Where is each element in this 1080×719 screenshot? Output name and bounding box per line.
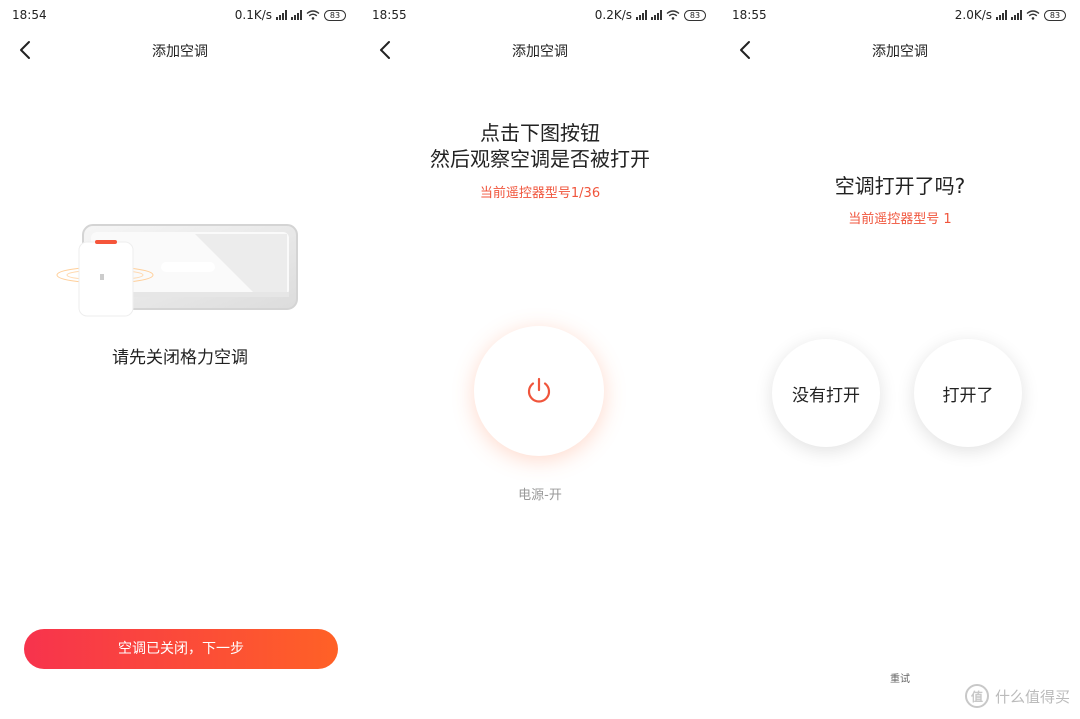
screen-turn-off-ac: 18:54 0.1K/s 83 添加空调 请先关闭格力空调 空调已关闭，下一步: [0, 0, 360, 719]
status-time: 18:54: [12, 8, 47, 22]
status-bar: 18:54 0.1K/s 83: [0, 0, 360, 30]
next-step-button[interactable]: 空调已关闭，下一步: [24, 629, 338, 669]
opened-button[interactable]: 打开了: [914, 339, 1022, 447]
power-button[interactable]: [474, 326, 604, 456]
status-time: 18:55: [372, 8, 407, 22]
network-speed: 0.2K/s: [594, 8, 632, 22]
instruction-line-2: 然后观察空调是否被打开: [430, 147, 650, 171]
page-title: 添加空调: [872, 44, 928, 60]
wifi-icon: [306, 10, 320, 20]
instruction-line-1: 点击下图按钮: [480, 121, 600, 145]
retry-link[interactable]: 重试: [720, 670, 1080, 685]
signal-icon: [996, 10, 1007, 20]
remote-model-indicator: 当前遥控器型号 1: [848, 212, 952, 227]
watermark-text: 什么值得买: [994, 687, 1070, 706]
confirm-question: 空调打开了吗?: [834, 174, 966, 198]
wifi-icon: [666, 10, 680, 20]
not-opened-button[interactable]: 没有打开: [772, 339, 880, 447]
network-speed: 0.1K/s: [234, 8, 272, 22]
page-title: 添加空调: [152, 44, 208, 60]
signal-icon: [276, 10, 287, 20]
power-button-label: 电源-开: [518, 488, 562, 503]
remote-model-indicator: 当前遥控器型号1/36: [479, 186, 601, 201]
signal-icon: [636, 10, 647, 20]
battery-icon: 83: [684, 9, 706, 21]
power-icon: [527, 377, 551, 403]
nav-bar: 添加空调: [360, 32, 720, 68]
nav-bar: 添加空调: [0, 32, 360, 68]
status-bar: 18:55 0.2K/s 83: [360, 0, 720, 30]
wifi-icon: [1026, 10, 1040, 20]
signal-icon: [651, 10, 662, 20]
screen-test-power: 18:55 0.2K/s 83 添加空调 点击下图按钮 然后观察空调是否被打开 …: [360, 0, 720, 719]
signal-icon: [1011, 10, 1022, 20]
status-time: 18:55: [732, 8, 767, 22]
watermark-logo-icon: 值: [964, 684, 989, 708]
air-conditioner-illustration: [56, 224, 298, 317]
battery-icon: 83: [1044, 9, 1066, 21]
page-title: 添加空调: [512, 44, 568, 60]
watermark: 值 什么值得买: [964, 684, 1070, 708]
instruction-heading: 点击下图按钮 然后观察空调是否被打开: [360, 120, 720, 172]
nav-bar: 添加空调: [720, 32, 1080, 68]
screen-confirm: 18:55 2.0K/s 83 添加空调 空调打开了吗? 当前遥控器型号 1 没…: [720, 0, 1080, 719]
network-speed: 2.0K/s: [954, 8, 992, 22]
instruction-text: 请先关闭格力空调: [112, 348, 248, 368]
battery-icon: 83: [324, 9, 346, 21]
signal-icon: [291, 10, 302, 20]
status-bar: 18:55 2.0K/s 83: [720, 0, 1080, 30]
